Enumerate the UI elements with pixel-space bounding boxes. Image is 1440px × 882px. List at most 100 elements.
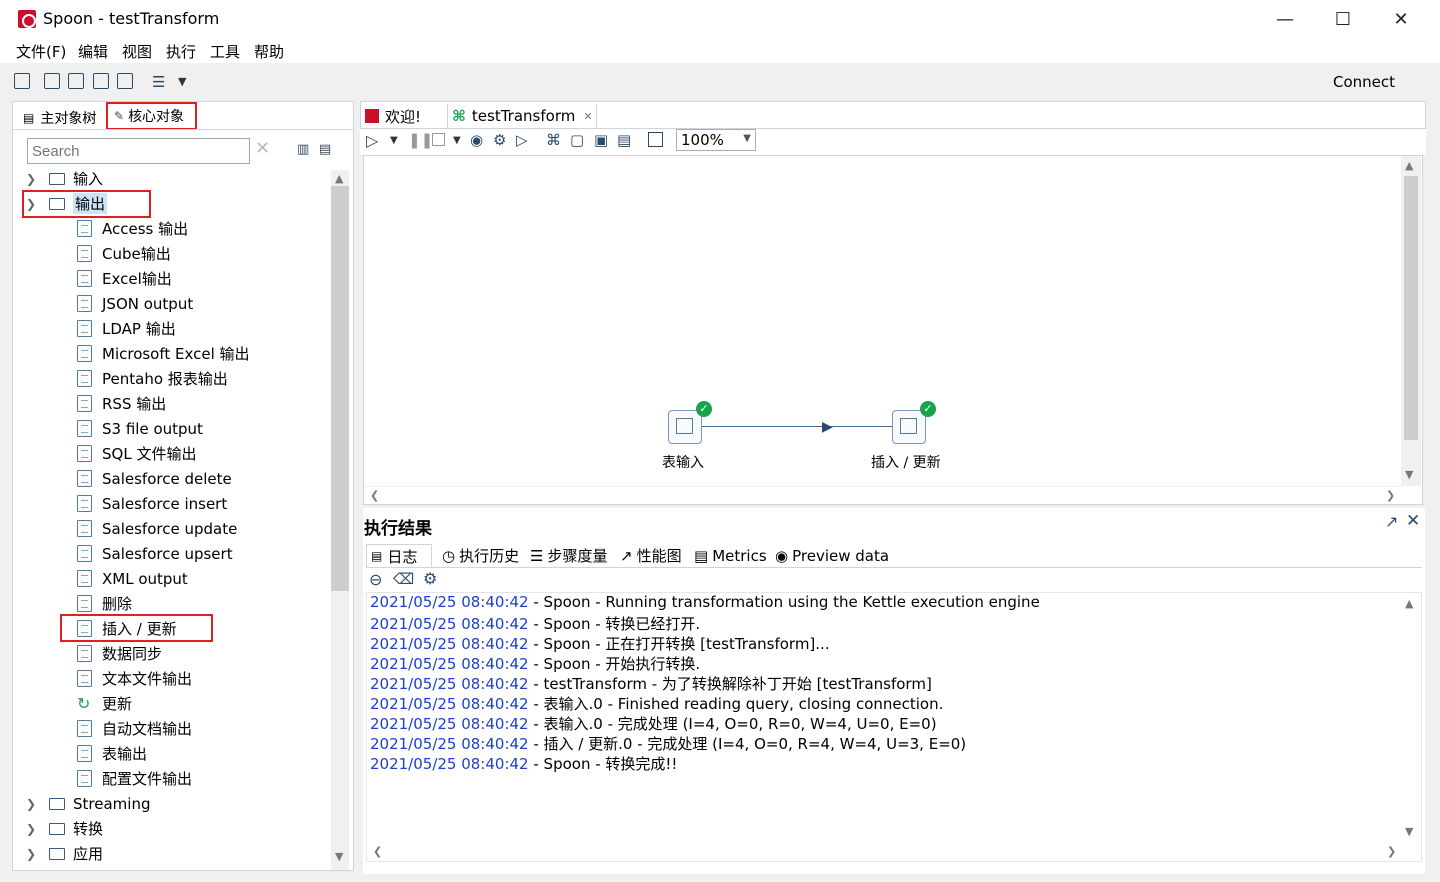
collapse-all-icon[interactable]: ▥	[297, 142, 309, 157]
tree-step-text-file-output[interactable]: 文本文件输出	[77, 666, 192, 691]
tab-execution-history[interactable]: ◷ 执行历史	[438, 544, 523, 567]
search-input[interactable]	[27, 138, 250, 164]
tree-step-ms-excel-output[interactable]: Microsoft Excel 输出	[77, 341, 250, 366]
save-icon[interactable]	[93, 73, 109, 89]
tab-core-objects[interactable]: ✎ 核心对象	[106, 102, 197, 130]
layers-icon[interactable]: ☰	[152, 73, 165, 91]
maximize-panel-icon[interactable]: ↗	[1385, 512, 1398, 531]
new-file-icon[interactable]	[14, 73, 30, 89]
menu-run[interactable]: 执行	[166, 41, 196, 62]
scroll-up-icon[interactable]: ▲	[1405, 597, 1413, 610]
tree-step-xml-output[interactable]: XML output	[77, 566, 188, 591]
close-tab-icon[interactable]: ✕	[583, 110, 592, 123]
tab-log[interactable]: ▤ 日志	[366, 544, 432, 567]
tree-step-properties-output[interactable]: 配置文件输出	[77, 766, 192, 791]
tree-step-pentaho-report-output[interactable]: Pentaho 报表输出	[77, 366, 228, 391]
close-panel-icon[interactable]: ✕	[1406, 511, 1420, 531]
tree-step-excel-output[interactable]: Excel输出	[77, 266, 172, 291]
node-insert-update[interactable]	[892, 410, 926, 444]
log-settings-icon[interactable]: ⚙	[423, 569, 437, 588]
verify-icon[interactable]: ⌘	[546, 131, 561, 149]
stop-icon[interactable]	[432, 133, 445, 146]
log-area[interactable]: 2021/05/25 08:40:42 - Spoon - Running tr…	[366, 592, 1422, 862]
canvas-hscroll[interactable]	[364, 486, 1401, 504]
run-options-icon[interactable]: ▼	[390, 135, 398, 146]
tab-performance-graph[interactable]: ↗ 性能图	[616, 544, 686, 567]
tree-step-salesforce-delete[interactable]: Salesforce delete	[77, 466, 232, 491]
scroll-down-icon[interactable]: ▼	[1405, 825, 1413, 838]
tree-step-cube-output[interactable]: Cube输出	[77, 241, 171, 266]
menu-file[interactable]: 文件(F)	[16, 41, 66, 62]
chevron-down-icon[interactable]: ▼	[178, 75, 186, 88]
preview-icon[interactable]: ◉	[470, 131, 483, 149]
node-table-input[interactable]	[668, 410, 702, 444]
tab-metrics[interactable]: ▤ Metrics	[690, 544, 771, 567]
tree-folder-utility[interactable]: ❯ 应用	[23, 841, 103, 866]
tab-label: 主对象树	[40, 111, 97, 127]
tab-preview-data[interactable]: ◉ Preview data	[771, 544, 893, 567]
tree-step-table-output[interactable]: 表输出	[77, 741, 147, 766]
tree-step-sql-file-output[interactable]: SQL 文件输出	[77, 441, 196, 466]
tree-step-salesforce-insert[interactable]: Salesforce insert	[77, 491, 227, 516]
tab-testtransform[interactable]: ⌘ testTransform ✕	[447, 104, 597, 128]
scroll-right-icon[interactable]: ❯	[1387, 845, 1396, 858]
scroll-right-icon[interactable]: ❯	[1386, 489, 1395, 502]
scroll-down-icon[interactable]: ▼	[335, 850, 343, 863]
sql-icon[interactable]: ▣	[594, 131, 608, 149]
tree-step-auto-doc-output[interactable]: 自动文档输出	[77, 716, 192, 741]
open-file-icon[interactable]	[44, 73, 60, 89]
scroll-down-icon[interactable]: ▼	[1405, 468, 1413, 481]
tab-welcome[interactable]: 欢迎!	[365, 104, 443, 128]
stop-options-icon[interactable]: ▼	[453, 135, 461, 146]
replay-icon[interactable]: ▷	[516, 131, 528, 149]
tree-step-update[interactable]: ↻ 更新	[77, 691, 132, 716]
tree-folder-streaming[interactable]: ❯ Streaming	[23, 791, 151, 816]
tree-step-json-output[interactable]: JSON output	[77, 291, 193, 316]
clear-log-icon[interactable]: ⌫	[393, 570, 414, 588]
tree-step-rss-output[interactable]: RSS 输出	[77, 391, 166, 416]
scroll-up-icon[interactable]: ▲	[1405, 159, 1413, 172]
menu-help[interactable]: 帮助	[254, 41, 284, 62]
menu-edit[interactable]: 编辑	[78, 41, 108, 62]
menu-view[interactable]: 视图	[122, 41, 152, 62]
tree-folder-output[interactable]: ❯ 输出	[23, 191, 108, 216]
stop-log-icon[interactable]: ⊖	[369, 570, 382, 589]
tree-step-s3-file-output[interactable]: S3 file output	[77, 416, 203, 441]
pause-icon[interactable]: ❚❚	[408, 131, 433, 149]
impact-icon[interactable]: ▢	[570, 131, 584, 149]
scroll-up-icon[interactable]: ▲	[335, 172, 343, 185]
save-as-icon[interactable]	[117, 73, 133, 89]
expand-all-icon[interactable]: ▤	[319, 142, 331, 157]
tree-folder-input[interactable]: ❯ 输入	[23, 166, 103, 191]
tab-step-metrics[interactable]: ☰ 步骤度量	[526, 544, 611, 567]
tree-step-delete[interactable]: 删除	[77, 591, 132, 616]
tree-step-salesforce-upsert[interactable]: Salesforce upsert	[77, 541, 233, 566]
tree-step-insert-update[interactable]: 插入 / 更新	[77, 616, 177, 641]
canvas-vscroll-thumb[interactable]	[1404, 176, 1418, 440]
menu-tools[interactable]: 工具	[210, 41, 240, 62]
transformation-canvas[interactable]: ▲ ▼ ❮ ❯ ▶ ✓ 表输入 ✓ 插入 / 更新	[363, 155, 1423, 505]
show-results-icon[interactable]	[648, 132, 663, 147]
eye-icon: ◉	[775, 546, 789, 565]
zoom-select[interactable]: 100% ▼	[676, 129, 756, 151]
connect-button[interactable]: Connect	[1333, 73, 1395, 91]
explore-db-icon[interactable]: ▤	[617, 131, 631, 149]
hop-line[interactable]	[702, 426, 892, 427]
maximize-button[interactable]: ☐	[1314, 0, 1372, 38]
clear-search-icon[interactable]: ✕	[255, 138, 270, 159]
tree-step-ldap-output[interactable]: LDAP 输出	[77, 316, 176, 341]
scroll-left-icon[interactable]: ❮	[370, 489, 379, 502]
tree-scrollbar-thumb[interactable]	[331, 186, 349, 591]
scroll-left-icon[interactable]: ❮	[373, 845, 382, 858]
tree-step-access-output[interactable]: Access 输出	[77, 216, 188, 241]
debug-icon[interactable]: ⚙	[493, 131, 506, 149]
tree-step-salesforce-update[interactable]: Salesforce update	[77, 516, 237, 541]
explore-repository-icon[interactable]	[68, 73, 84, 89]
tree-folder-transform[interactable]: ❯ 转换	[23, 816, 103, 841]
minimize-button[interactable]: —	[1256, 0, 1314, 38]
node-label: 表输入	[662, 455, 704, 471]
tree-step-data-sync[interactable]: 数据同步	[77, 641, 162, 666]
tab-main-object-tree[interactable]: ▤ 主对象树	[17, 106, 107, 130]
run-icon[interactable]: ▷	[366, 131, 378, 150]
close-button[interactable]: ✕	[1372, 0, 1430, 38]
